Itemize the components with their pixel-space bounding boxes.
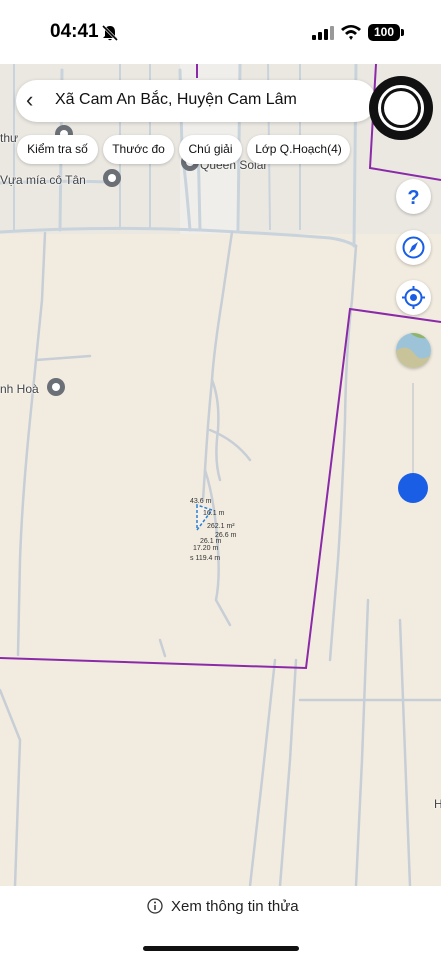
location-title-bar[interactable]: ‹ Xã Cam An Bắc, Huyện Cam Lâm [16,80,376,122]
bell-muted-icon [101,24,119,42]
page-title: Xã Cam An Bắc, Huyện Cam Lâm [55,91,297,108]
home-indicator [143,946,299,951]
screen-record-button[interactable] [369,76,433,140]
chip-lop-quy-hoach[interactable]: Lớp Q.Hoạch(4) [247,135,350,164]
chip-thuoc-do[interactable]: Thước đo [103,135,174,164]
map-base [0,64,441,886]
locate-icon [402,286,425,309]
measure-label: 43.6 m [190,498,212,505]
place-label-partial: thư [0,131,19,145]
measure-label: s 119.4 m [190,555,221,562]
place-label-vua-mia: Vựa mía cô Tân [0,173,86,187]
satellite-layer-icon [396,333,431,368]
compass-icon [402,236,425,259]
bottom-info-bar[interactable]: Xem thông tin thửa [0,886,441,960]
zoom-slider-handle[interactable] [398,473,428,503]
chip-chu-giai[interactable]: Chú giải [179,135,242,164]
signal-icon [312,26,334,40]
help-button[interactable]: ? [396,179,431,214]
measure-label: 16.1 m [203,510,225,517]
info-icon [147,898,163,914]
place-label-partial-right: H [434,797,441,811]
status-time: 04:41 [50,21,99,42]
wifi-icon [341,25,361,40]
back-chevron-icon[interactable]: ‹ [26,89,46,111]
layer-switch-button[interactable] [396,333,431,368]
measure-label: 17.20 m [193,545,219,552]
battery-icon: 100 [368,24,400,41]
svg-text:?: ? [407,187,419,209]
measure-label: 26.1 m [200,538,222,545]
compass-button[interactable] [396,230,431,265]
help-icon: ? [407,187,419,209]
place-label-nh-hoa: nh Hoà [0,382,39,396]
location-pin-icon[interactable] [101,168,123,190]
status-bar: 04:41 100 [0,0,441,64]
chip-kiem-tra-so[interactable]: Kiểm tra số [17,135,98,164]
measure-label: 262.1 m² [207,523,235,530]
battery-nub [401,29,404,36]
locate-button[interactable] [396,280,431,315]
location-pin-icon[interactable] [45,377,67,399]
map-canvas[interactable] [0,64,441,886]
record-dot [384,91,418,125]
parcel-info-link[interactable]: Xem thông tin thửa [171,898,299,915]
